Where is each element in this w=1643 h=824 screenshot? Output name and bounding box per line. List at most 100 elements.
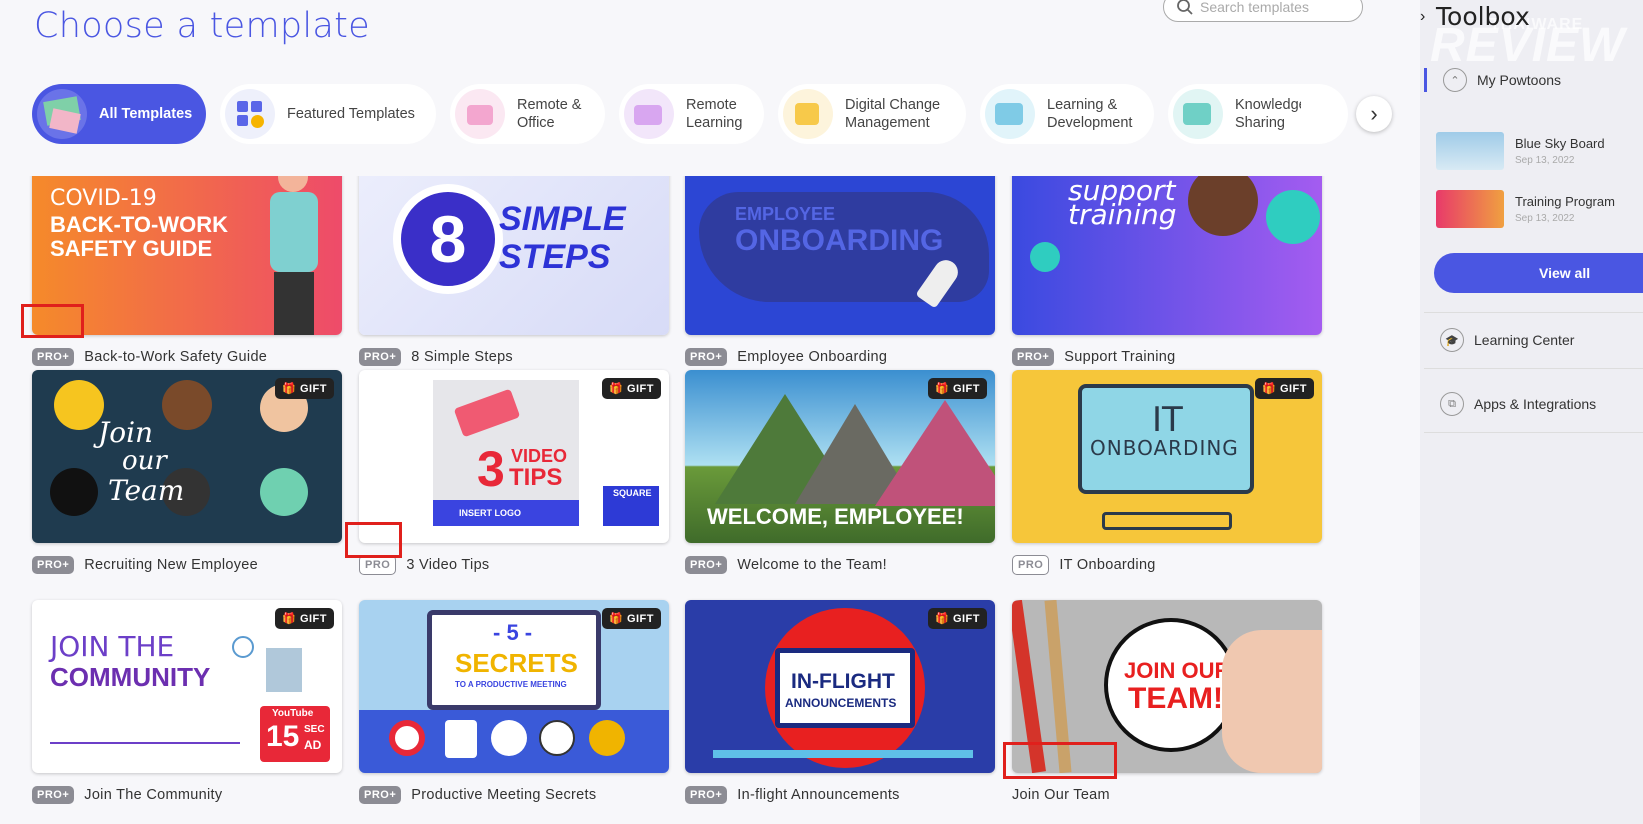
template-card[interactable]: JOIN THE COMMUNITY YouTube 15 SEC AD 🎁 G… — [32, 600, 342, 804]
learning-center-link[interactable]: 🎓 Learning Center — [1424, 326, 1643, 354]
tab-learning-development[interactable]: Learning & Development — [980, 84, 1154, 144]
person-illustration — [232, 636, 254, 658]
template-card[interactable]: EMPLOYEE ONBOARDING PRO+ Employee Onboard… — [685, 176, 995, 366]
template-meta: PRO IT Onboarding — [1012, 554, 1156, 576]
tab-thumb — [783, 89, 833, 139]
tab-remote-office[interactable]: Remote & Office — [450, 84, 605, 144]
view-all-button[interactable]: View all — [1434, 253, 1643, 293]
category-tabs: All Templates Featured Templates Remote … — [32, 84, 1392, 144]
window-illustration — [266, 648, 302, 692]
tab-all-templates[interactable]: All Templates — [32, 84, 206, 144]
template-meta: PRO+ Recruiting New Employee — [32, 554, 258, 576]
template-card[interactable]: IT ONBOARDING 🎁 GIFT PRO IT Onboarding — [1012, 370, 1322, 575]
avatar — [50, 468, 98, 516]
template-thumbnail[interactable]: JOIN THE COMMUNITY YouTube 15 SEC AD 🎁 G… — [32, 600, 342, 773]
template-card[interactable]: WELCOME, EMPLOYEE! 🎁 GIFT PRO+ Welcome to… — [685, 370, 995, 574]
template-meta: PRO+ In-flight Announcements — [685, 784, 900, 806]
template-name: In-flight Announcements — [737, 787, 900, 803]
pro-plus-badge: PRO+ — [32, 786, 75, 804]
template-card[interactable]: 8 SIMPLE STEPS PRO+ 8 Simple Steps — [359, 176, 669, 366]
tab-featured[interactable]: Featured Templates — [220, 84, 436, 144]
template-name: Welcome to the Team! — [737, 557, 887, 573]
template-thumbnail[interactable]: IN-FLIGHT ANNOUNCEMENTS 🎁 GIFT — [685, 600, 995, 773]
tab-remote-learning[interactable]: Remote Learning — [619, 84, 764, 144]
bulb-icon — [491, 720, 527, 756]
tab-label: All Templates — [99, 106, 193, 122]
template-thumbnail[interactable]: 3 VIDEO TIPS INSERT LOGO SQUARE 🎁 GIFT — [359, 370, 669, 543]
apps-integrations-link[interactable]: ⧉ Apps & Integrations — [1424, 390, 1643, 418]
thumb-line: IT — [1152, 400, 1183, 440]
powtoon-item[interactable]: Training Program Sep 13, 2022 — [1436, 190, 1615, 228]
target-icon — [389, 720, 425, 756]
powtoon-date: Sep 13, 2022 — [1515, 213, 1575, 224]
template-thumbnail[interactable]: IT ONBOARDING 🎁 GIFT — [1012, 370, 1322, 543]
tab-digital-change[interactable]: Digital Change Management — [778, 84, 966, 144]
template-card[interactable]: IN-FLIGHT ANNOUNCEMENTS 🎁 GIFT PRO+ In-fl… — [685, 600, 995, 804]
trophy-icon — [589, 720, 625, 756]
highlight-box — [345, 522, 402, 558]
thumb-logo-text: INSERT LOGO — [459, 508, 522, 518]
template-name: Join Our Team — [1012, 787, 1110, 803]
thumb-line: COVID-19 — [50, 186, 157, 211]
thumb-line: training — [1068, 198, 1177, 231]
template-meta: PRO+ Welcome to the Team! — [685, 554, 887, 576]
graduation-cap-icon: 🎓 — [1440, 328, 1464, 352]
tab-knowledge-sharing[interactable]: Knowledge Sharing — [1168, 84, 1348, 144]
avatar — [260, 468, 308, 516]
template-card[interactable]: Join our Team 🎁 GIFT PRO+ Recruiting New … — [32, 370, 342, 574]
chevron-right-icon[interactable]: › — [1420, 8, 1425, 26]
thumb-line: - 5 - — [493, 620, 533, 645]
template-meta: PRO+ Join The Community — [32, 784, 222, 806]
template-card[interactable]: 3 VIDEO TIPS INSERT LOGO SQUARE 🎁 GIFT P… — [359, 370, 669, 575]
chevron-up-icon: ⌃ — [1443, 68, 1467, 92]
thumb-seconds-unit: SEC — [304, 724, 325, 735]
tab-thumb — [985, 89, 1035, 139]
gift-label: GIFT — [952, 383, 980, 395]
tab-label: Remote Learning — [686, 97, 743, 131]
pro-plus-badge: PRO+ — [685, 348, 728, 366]
powtoon-name: Training Program — [1515, 194, 1615, 209]
thumb-line: JOIN THE — [50, 630, 175, 663]
divider — [1424, 368, 1643, 369]
main-area: Choose a template Search templates All T… — [0, 0, 1420, 824]
thumb-line: SAFETY GUIDE — [50, 236, 213, 261]
gift-icon: 🎁 — [282, 383, 300, 395]
gift-icon: 🎁 — [935, 383, 953, 395]
gift-badge: 🎁 GIFT — [275, 378, 334, 399]
gift-badge: 🎁 GIFT — [1255, 378, 1314, 399]
pro-plus-badge: PRO+ — [1012, 348, 1055, 366]
thumb-line: WELCOME, EMPLOYEE! — [707, 504, 964, 529]
template-thumbnail[interactable]: 8 SIMPLE STEPS — [359, 176, 669, 335]
powtoon-item[interactable]: Blue Sky Board Sep 13, 2022 — [1436, 132, 1605, 170]
thumb-line: Join — [98, 416, 154, 449]
tab-thumb — [37, 89, 87, 139]
template-thumbnail[interactable]: EMPLOYEE ONBOARDING — [685, 176, 995, 335]
pro-plus-badge: PRO+ — [685, 786, 728, 804]
template-card[interactable]: support training PRO+ Support Training — [1012, 176, 1322, 366]
powtoon-thumbnail — [1436, 132, 1504, 170]
search-input[interactable]: Search templates — [1163, 0, 1363, 22]
template-thumbnail[interactable]: support training — [1012, 176, 1322, 335]
thumb-line: ONBOARDING — [1090, 436, 1239, 460]
clipboard-icon — [445, 720, 477, 758]
teal-dot — [1030, 242, 1060, 272]
hand-illustration — [1222, 630, 1322, 773]
template-name: IT Onboarding — [1059, 557, 1156, 573]
template-thumbnail[interactable]: - 5 - SECRETS TO A PRODUCTIVE MEETING 🎁 … — [359, 600, 669, 773]
gift-badge: 🎁 GIFT — [928, 608, 987, 629]
divider — [1424, 432, 1643, 433]
template-thumbnail[interactable]: WELCOME, EMPLOYEE! 🎁 GIFT — [685, 370, 995, 543]
thumb-line: 3 — [477, 441, 505, 497]
template-name: Recruiting New Employee — [84, 557, 258, 573]
template-thumbnail[interactable]: Join our Team 🎁 GIFT — [32, 370, 342, 543]
avatar — [54, 380, 104, 430]
gift-icon: 🎁 — [609, 383, 627, 395]
my-powtoons-toggle[interactable]: ⌃ My Powtoons — [1424, 68, 1643, 92]
template-card[interactable]: - 5 - SECRETS TO A PRODUCTIVE MEETING 🎁 … — [359, 600, 669, 804]
gift-badge: 🎁 GIFT — [928, 378, 987, 399]
template-meta: PRO+ Productive Meeting Secrets — [359, 784, 596, 806]
tabs-next-button[interactable]: › — [1356, 96, 1392, 132]
learning-center-label: Learning Center — [1474, 332, 1575, 348]
template-name: Join The Community — [84, 787, 223, 803]
highlight-box — [21, 304, 84, 338]
